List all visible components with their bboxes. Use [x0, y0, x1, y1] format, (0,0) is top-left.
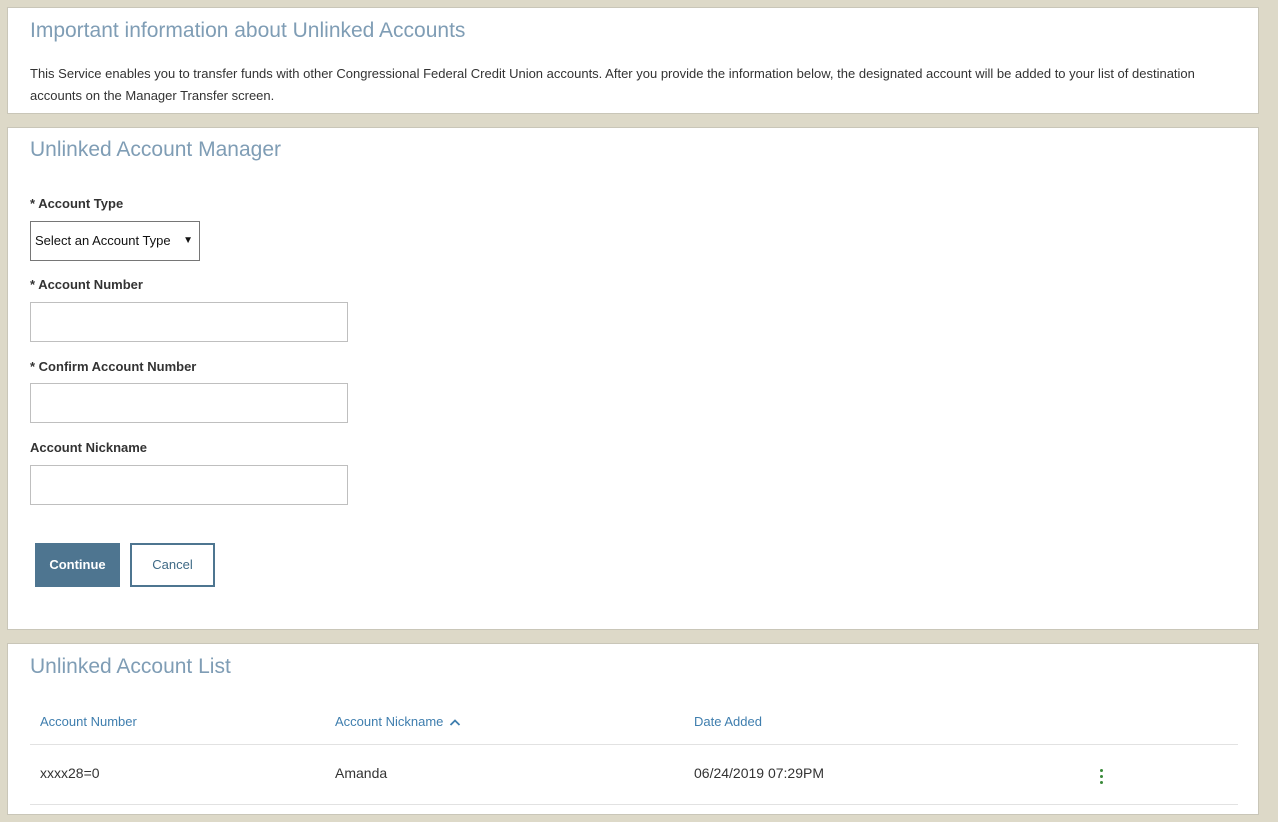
table-header-divider: [30, 744, 1238, 745]
table-row-divider: [30, 804, 1238, 805]
confirm-account-number-label: * Confirm Account Number: [30, 359, 197, 374]
continue-button[interactable]: Continue: [35, 543, 120, 587]
manager-title: Unlinked Account Manager: [30, 138, 281, 161]
account-number-input[interactable]: [30, 302, 348, 342]
info-text: This Service enables you to transfer fun…: [30, 66, 1195, 103]
confirm-account-number-input[interactable]: [30, 383, 348, 423]
info-panel: Important information about Unlinked Acc…: [7, 7, 1259, 114]
kebab-menu-icon[interactable]: [1094, 766, 1110, 786]
cancel-button[interactable]: Cancel: [130, 543, 215, 587]
row-date-added: 06/24/2019 07:29PM: [694, 765, 824, 781]
account-manager-panel: Unlinked Account Manager * Account Type …: [7, 127, 1259, 630]
account-type-selected-value: Select an Account Type: [35, 233, 171, 248]
column-header-account-nickname[interactable]: Account Nickname: [335, 714, 461, 729]
list-title: Unlinked Account List: [30, 655, 231, 678]
account-type-select[interactable]: Select an Account Type ▼: [30, 221, 200, 261]
account-number-label: * Account Number: [30, 277, 143, 292]
info-title: Important information about Unlinked Acc…: [30, 19, 466, 42]
column-header-account-number[interactable]: Account Number: [40, 714, 137, 729]
chevron-up-icon: [449, 719, 461, 726]
column-header-date-added[interactable]: Date Added: [694, 714, 762, 729]
account-nickname-input[interactable]: [30, 465, 348, 505]
account-list-panel: Unlinked Account List Account Number Acc…: [7, 643, 1259, 815]
account-nickname-label: Account Nickname: [30, 440, 148, 455]
chevron-down-icon: ▼: [183, 235, 193, 246]
column-header-account-nickname-label: Account Nickname: [335, 714, 444, 729]
row-account-number: xxxx28=0: [40, 765, 100, 781]
row-account-nickname: Amanda: [335, 765, 388, 781]
account-type-label: * Account Type: [30, 196, 124, 211]
